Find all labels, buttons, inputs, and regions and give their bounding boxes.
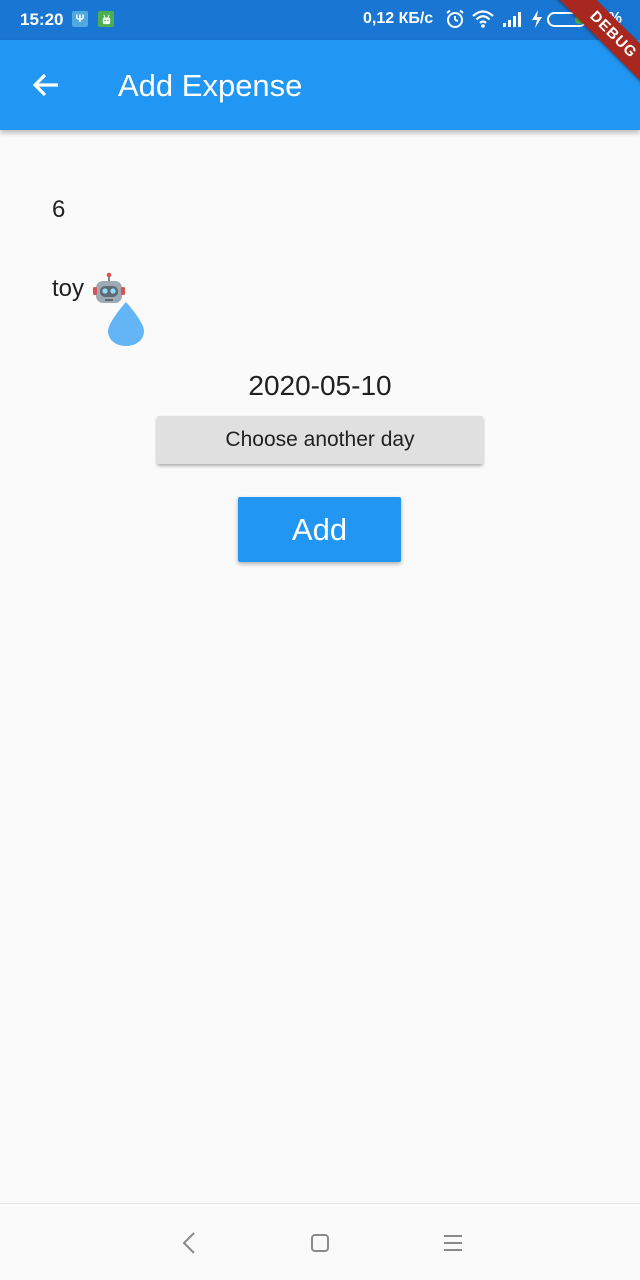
amount-value: 6 bbox=[52, 196, 66, 223]
network-speed: 0,12 КБ/с bbox=[363, 10, 434, 27]
selected-date: 2020-05-10 bbox=[248, 370, 392, 401]
menu-nav-icon[interactable] bbox=[438, 1228, 468, 1258]
usb-icon: Ψ bbox=[72, 11, 88, 27]
android-icon bbox=[98, 11, 114, 27]
water-drop-icon bbox=[106, 300, 146, 348]
status-bar: 15:20 Ψ 0,12 КБ/с 29% bbox=[0, 0, 640, 40]
description-value: toy bbox=[52, 275, 85, 302]
back-button[interactable] bbox=[22, 61, 70, 109]
status-time: 15:20 bbox=[20, 10, 64, 29]
back-nav-icon[interactable] bbox=[175, 1228, 205, 1258]
choose-another-day-label: Choose another day bbox=[225, 428, 415, 451]
signal-icon bbox=[502, 9, 524, 34]
arrow-back-icon bbox=[32, 73, 58, 97]
navigation-bar bbox=[0, 1203, 640, 1280]
charging-icon bbox=[531, 9, 543, 34]
choose-another-day-button[interactable]: Choose another day bbox=[157, 416, 483, 464]
home-nav-icon[interactable] bbox=[305, 1228, 335, 1258]
add-button[interactable]: Add bbox=[238, 497, 401, 562]
wifi-icon bbox=[472, 9, 494, 34]
page-title: Add Expense bbox=[118, 68, 303, 103]
app-bar: Add Expense bbox=[0, 40, 640, 130]
alarm-icon bbox=[445, 9, 465, 34]
add-button-label: Add bbox=[291, 511, 348, 547]
